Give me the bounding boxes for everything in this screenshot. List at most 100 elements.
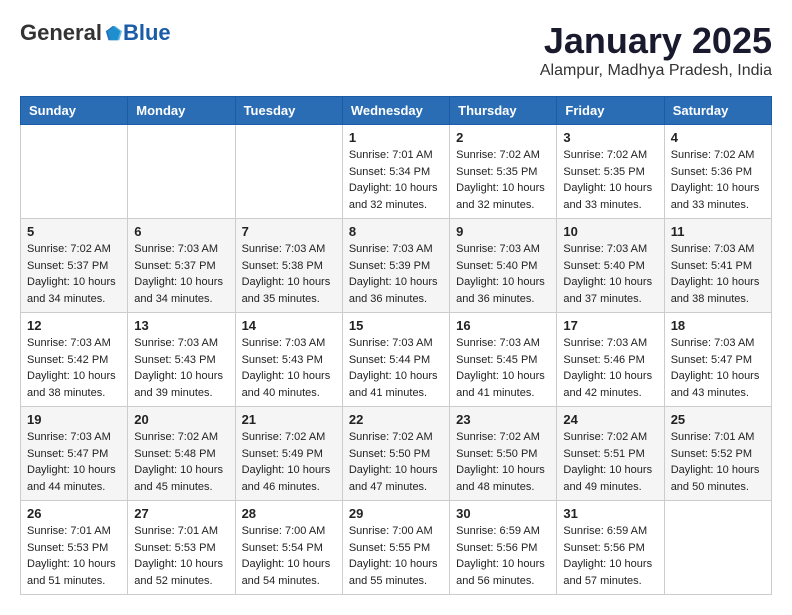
- day-number: 27: [134, 506, 228, 521]
- day-info: Sunrise: 7:02 AM Sunset: 5:37 PM Dayligh…: [27, 241, 121, 307]
- calendar-cell: 12Sunrise: 7:03 AM Sunset: 5:42 PM Dayli…: [21, 313, 128, 407]
- day-info: Sunrise: 7:02 AM Sunset: 5:50 PM Dayligh…: [456, 429, 550, 495]
- day-info: Sunrise: 7:03 AM Sunset: 5:39 PM Dayligh…: [349, 241, 443, 307]
- day-info: Sunrise: 7:03 AM Sunset: 5:43 PM Dayligh…: [134, 335, 228, 401]
- calendar-cell: 8 Sunrise: 7:03 AM Sunset: 5:39 PM Daylig…: [342, 219, 449, 313]
- calendar-cell: [664, 501, 771, 595]
- day-info: Sunrise: 7:03 AM Sunset: 5:45 PM Dayligh…: [456, 335, 550, 401]
- calendar-cell: [21, 125, 128, 219]
- logo: General Blue: [20, 20, 171, 46]
- weekday-header-sunday: Sunday: [21, 97, 128, 125]
- day-info: Sunrise: 7:02 AM Sunset: 5:35 PM Dayligh…: [456, 147, 550, 213]
- calendar-cell: 26 Sunrise: 7:01 AM Sunset: 5:53 PM Dayli…: [21, 501, 128, 595]
- calendar-week-row: 19Sunrise: 7:03 AM Sunset: 5:47 PM Dayli…: [21, 407, 772, 501]
- day-number: 15: [349, 318, 443, 333]
- calendar-cell: 18Sunrise: 7:03 AM Sunset: 5:47 PM Dayli…: [664, 313, 771, 407]
- calendar-cell: 10 Sunrise: 7:03 AM Sunset: 5:40 PM Dayli…: [557, 219, 664, 313]
- calendar-cell: 21 Sunrise: 7:02 AM Sunset: 5:49 PM Dayli…: [235, 407, 342, 501]
- calendar-cell: 7 Sunrise: 7:03 AM Sunset: 5:38 PM Daylig…: [235, 219, 342, 313]
- weekday-header-monday: Monday: [128, 97, 235, 125]
- calendar-cell: 14 Sunrise: 7:03 AM Sunset: 5:43 PM Dayli…: [235, 313, 342, 407]
- day-number: 2: [456, 130, 550, 145]
- day-info: Sunrise: 7:03 AM Sunset: 5:43 PM Dayligh…: [242, 335, 336, 401]
- day-number: 28: [242, 506, 336, 521]
- calendar-cell: 22Sunrise: 7:02 AM Sunset: 5:50 PM Dayli…: [342, 407, 449, 501]
- day-number: 23: [456, 412, 550, 427]
- logo-general-text: General: [20, 20, 102, 46]
- calendar-week-row: 1 Sunrise: 7:01 AM Sunset: 5:34 PM Daylig…: [21, 125, 772, 219]
- calendar-cell: 27 Sunrise: 7:01 AM Sunset: 5:53 PM Dayli…: [128, 501, 235, 595]
- day-number: 12: [27, 318, 121, 333]
- day-info: Sunrise: 7:01 AM Sunset: 5:53 PM Dayligh…: [27, 523, 121, 589]
- day-info: Sunrise: 7:03 AM Sunset: 5:41 PM Dayligh…: [671, 241, 765, 307]
- day-number: 8: [349, 224, 443, 239]
- day-number: 16: [456, 318, 550, 333]
- day-info: Sunrise: 7:02 AM Sunset: 5:49 PM Dayligh…: [242, 429, 336, 495]
- weekday-header-saturday: Saturday: [664, 97, 771, 125]
- day-number: 6: [134, 224, 228, 239]
- day-info: Sunrise: 7:03 AM Sunset: 5:46 PM Dayligh…: [563, 335, 657, 401]
- day-number: 7: [242, 224, 336, 239]
- day-number: 31: [563, 506, 657, 521]
- month-title: January 2025: [540, 20, 772, 62]
- calendar-cell: 25 Sunrise: 7:01 AM Sunset: 5:52 PM Dayli…: [664, 407, 771, 501]
- day-number: 3: [563, 130, 657, 145]
- calendar-week-row: 26 Sunrise: 7:01 AM Sunset: 5:53 PM Dayli…: [21, 501, 772, 595]
- day-info: Sunrise: 6:59 AM Sunset: 5:56 PM Dayligh…: [563, 523, 657, 589]
- day-number: 21: [242, 412, 336, 427]
- calendar-cell: 1 Sunrise: 7:01 AM Sunset: 5:34 PM Daylig…: [342, 125, 449, 219]
- calendar-cell: 28 Sunrise: 7:00 AM Sunset: 5:54 PM Dayli…: [235, 501, 342, 595]
- day-number: 4: [671, 130, 765, 145]
- day-info: Sunrise: 7:02 AM Sunset: 5:35 PM Dayligh…: [563, 147, 657, 213]
- weekday-header-row: SundayMondayTuesdayWednesdayThursdayFrid…: [21, 97, 772, 125]
- day-number: 26: [27, 506, 121, 521]
- calendar-cell: 9 Sunrise: 7:03 AM Sunset: 5:40 PM Daylig…: [450, 219, 557, 313]
- day-info: Sunrise: 7:01 AM Sunset: 5:34 PM Dayligh…: [349, 147, 443, 213]
- calendar-cell: 6 Sunrise: 7:03 AM Sunset: 5:37 PM Daylig…: [128, 219, 235, 313]
- day-info: Sunrise: 7:03 AM Sunset: 5:44 PM Dayligh…: [349, 335, 443, 401]
- calendar-week-row: 12Sunrise: 7:03 AM Sunset: 5:42 PM Dayli…: [21, 313, 772, 407]
- day-number: 25: [671, 412, 765, 427]
- day-number: 17: [563, 318, 657, 333]
- day-info: Sunrise: 7:02 AM Sunset: 5:48 PM Dayligh…: [134, 429, 228, 495]
- day-info: Sunrise: 7:00 AM Sunset: 5:55 PM Dayligh…: [349, 523, 443, 589]
- logo-blue-text: Blue: [123, 20, 171, 46]
- page-header: General Blue January 2025 Alampur, Madhy…: [20, 20, 772, 80]
- calendar-cell: 31 Sunrise: 6:59 AM Sunset: 5:56 PM Dayli…: [557, 501, 664, 595]
- calendar-cell: 29 Sunrise: 7:00 AM Sunset: 5:55 PM Dayli…: [342, 501, 449, 595]
- day-info: Sunrise: 7:03 AM Sunset: 5:47 PM Dayligh…: [671, 335, 765, 401]
- day-info: Sunrise: 7:02 AM Sunset: 5:51 PM Dayligh…: [563, 429, 657, 495]
- day-info: Sunrise: 7:02 AM Sunset: 5:36 PM Dayligh…: [671, 147, 765, 213]
- calendar-cell: 3 Sunrise: 7:02 AM Sunset: 5:35 PM Daylig…: [557, 125, 664, 219]
- day-info: Sunrise: 7:03 AM Sunset: 5:40 PM Dayligh…: [456, 241, 550, 307]
- calendar-cell: 13 Sunrise: 7:03 AM Sunset: 5:43 PM Dayli…: [128, 313, 235, 407]
- day-number: 10: [563, 224, 657, 239]
- day-info: Sunrise: 7:03 AM Sunset: 5:37 PM Dayligh…: [134, 241, 228, 307]
- calendar-cell: 4 Sunrise: 7:02 AM Sunset: 5:36 PM Daylig…: [664, 125, 771, 219]
- day-info: Sunrise: 7:00 AM Sunset: 5:54 PM Dayligh…: [242, 523, 336, 589]
- day-info: Sunrise: 7:03 AM Sunset: 5:40 PM Dayligh…: [563, 241, 657, 307]
- day-number: 11: [671, 224, 765, 239]
- day-number: 1: [349, 130, 443, 145]
- day-number: 14: [242, 318, 336, 333]
- day-info: Sunrise: 7:01 AM Sunset: 5:53 PM Dayligh…: [134, 523, 228, 589]
- day-number: 13: [134, 318, 228, 333]
- day-info: Sunrise: 7:01 AM Sunset: 5:52 PM Dayligh…: [671, 429, 765, 495]
- title-block: January 2025 Alampur, Madhya Pradesh, In…: [540, 20, 772, 80]
- calendar-cell: 15 Sunrise: 7:03 AM Sunset: 5:44 PM Dayli…: [342, 313, 449, 407]
- day-number: 9: [456, 224, 550, 239]
- calendar-week-row: 5 Sunrise: 7:02 AM Sunset: 5:37 PM Daylig…: [21, 219, 772, 313]
- calendar-cell: 16 Sunrise: 7:03 AM Sunset: 5:45 PM Dayli…: [450, 313, 557, 407]
- day-number: 19: [27, 412, 121, 427]
- calendar-cell: 5 Sunrise: 7:02 AM Sunset: 5:37 PM Daylig…: [21, 219, 128, 313]
- day-number: 30: [456, 506, 550, 521]
- calendar-cell: 19Sunrise: 7:03 AM Sunset: 5:47 PM Dayli…: [21, 407, 128, 501]
- calendar-cell: 2 Sunrise: 7:02 AM Sunset: 5:35 PM Daylig…: [450, 125, 557, 219]
- day-info: Sunrise: 7:03 AM Sunset: 5:38 PM Dayligh…: [242, 241, 336, 307]
- calendar-cell: 20Sunrise: 7:02 AM Sunset: 5:48 PM Dayli…: [128, 407, 235, 501]
- calendar-table: SundayMondayTuesdayWednesdayThursdayFrid…: [20, 96, 772, 595]
- day-number: 5: [27, 224, 121, 239]
- day-number: 29: [349, 506, 443, 521]
- weekday-header-wednesday: Wednesday: [342, 97, 449, 125]
- calendar-cell: 30Sunrise: 6:59 AM Sunset: 5:56 PM Dayli…: [450, 501, 557, 595]
